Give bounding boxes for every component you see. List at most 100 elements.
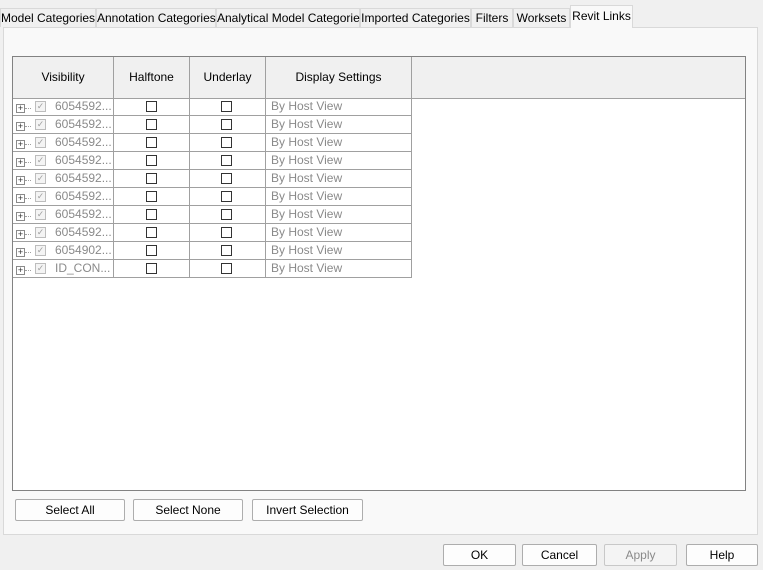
plus-box-icon[interactable]: + <box>16 158 25 167</box>
plus-box-icon[interactable]: + <box>16 140 25 149</box>
halftone-cell <box>114 152 190 170</box>
display-settings-cell[interactable]: By Host View <box>266 224 412 242</box>
help-button[interactable]: Help <box>686 544 758 566</box>
display-settings-cell[interactable]: By Host View <box>266 260 412 278</box>
table-row[interactable]: + ✓ 6054592... By Host View <box>13 206 412 224</box>
visibility-checkbox[interactable]: ✓ <box>35 191 46 202</box>
select-none-button[interactable]: Select None <box>133 499 243 521</box>
plus-box-icon[interactable]: + <box>16 104 25 113</box>
tab-annotation-categories[interactable]: Annotation Categories <box>96 8 216 27</box>
underlay-checkbox[interactable] <box>221 119 232 130</box>
tree-connector <box>25 162 31 163</box>
visibility-checkbox[interactable]: ✓ <box>35 155 46 166</box>
tab-imported-categories[interactable]: Imported Categories <box>360 8 471 27</box>
cancel-button[interactable]: Cancel <box>522 544 597 566</box>
halftone-checkbox[interactable] <box>146 263 157 274</box>
ok-button[interactable]: OK <box>443 544 516 566</box>
visibility-checkbox[interactable]: ✓ <box>35 137 46 148</box>
underlay-checkbox[interactable] <box>221 227 232 238</box>
display-settings-cell[interactable]: By Host View <box>266 98 412 116</box>
visibility-checkbox[interactable]: ✓ <box>35 119 46 130</box>
table-row[interactable]: + ✓ 6054592... By Host View <box>13 98 412 116</box>
halftone-cell <box>114 170 190 188</box>
plus-box-icon[interactable]: + <box>16 248 25 257</box>
visibility-checkbox[interactable]: ✓ <box>35 173 46 184</box>
column-header-halftone[interactable]: Halftone <box>114 57 190 98</box>
visibility-cell: + ✓ 6054592... <box>13 170 114 188</box>
plus-box-icon[interactable]: + <box>16 122 25 131</box>
halftone-checkbox[interactable] <box>146 227 157 238</box>
table-row[interactable]: + ✓ 6054592... By Host View <box>13 116 412 134</box>
tab-worksets[interactable]: Worksets <box>513 8 570 27</box>
display-settings-cell[interactable]: By Host View <box>266 206 412 224</box>
display-settings-cell[interactable]: By Host View <box>266 116 412 134</box>
display-settings-cell[interactable]: By Host View <box>266 152 412 170</box>
halftone-checkbox[interactable] <box>146 101 157 112</box>
display-settings-value: By Host View <box>271 207 343 221</box>
halftone-checkbox[interactable] <box>146 191 157 202</box>
visibility-cell: + ✓ 6054592... <box>13 116 114 134</box>
visibility-checkbox[interactable]: ✓ <box>35 263 46 274</box>
column-header-visibility[interactable]: Visibility <box>13 57 114 98</box>
table-row[interactable]: + ✓ 6054592... By Host View <box>13 134 412 152</box>
tree-connector <box>25 252 31 253</box>
display-settings-value: By Host View <box>271 261 343 275</box>
column-header-underlay[interactable]: Underlay <box>190 57 266 98</box>
plus-box-icon[interactable]: + <box>16 266 25 275</box>
halftone-cell <box>114 224 190 242</box>
underlay-checkbox[interactable] <box>221 101 232 112</box>
apply-button[interactable]: Apply <box>604 544 677 566</box>
table-row[interactable]: + ✓ ID_CON... By Host View <box>13 260 412 278</box>
visibility-checkbox[interactable]: ✓ <box>35 209 46 220</box>
tree-connector <box>25 108 31 109</box>
underlay-checkbox[interactable] <box>221 191 232 202</box>
underlay-cell <box>190 260 266 278</box>
underlay-checkbox[interactable] <box>221 263 232 274</box>
tab-model-categories[interactable]: Model Categories <box>0 8 96 27</box>
underlay-cell <box>190 242 266 260</box>
underlay-cell <box>190 98 266 116</box>
column-header-display-settings[interactable]: Display Settings <box>266 57 412 98</box>
plus-box-icon[interactable]: + <box>16 194 25 203</box>
table-row[interactable]: + ✓ 6054592... By Host View <box>13 188 412 206</box>
underlay-checkbox[interactable] <box>221 173 232 184</box>
revit-links-table: Visibility Halftone Underlay Display Set… <box>12 56 746 491</box>
halftone-checkbox[interactable] <box>146 119 157 130</box>
underlay-checkbox[interactable] <box>221 245 232 256</box>
display-settings-cell[interactable]: By Host View <box>266 170 412 188</box>
plus-box-icon[interactable]: + <box>16 176 25 185</box>
tree-connector <box>25 144 31 145</box>
tab-filters[interactable]: Filters <box>471 8 513 27</box>
plus-box-icon[interactable]: + <box>16 212 25 221</box>
display-settings-value: By Host View <box>271 99 343 113</box>
tab-analytical-model-categories[interactable]: Analytical Model Categories <box>216 8 366 27</box>
underlay-checkbox[interactable] <box>221 137 232 148</box>
halftone-checkbox[interactable] <box>146 245 157 256</box>
tab-revit-links[interactable]: Revit Links <box>570 5 633 28</box>
underlay-cell <box>190 224 266 242</box>
link-name: 6054592... <box>55 171 112 185</box>
underlay-cell <box>190 188 266 206</box>
select-all-button[interactable]: Select All <box>15 499 125 521</box>
underlay-checkbox[interactable] <box>221 209 232 220</box>
visibility-checkbox[interactable]: ✓ <box>35 101 46 112</box>
halftone-checkbox[interactable] <box>146 173 157 184</box>
display-settings-cell[interactable]: By Host View <box>266 134 412 152</box>
display-settings-cell[interactable]: By Host View <box>266 242 412 260</box>
visibility-checkbox[interactable]: ✓ <box>35 245 46 256</box>
invert-selection-button[interactable]: Invert Selection <box>252 499 363 521</box>
plus-box-icon[interactable]: + <box>16 230 25 239</box>
halftone-checkbox[interactable] <box>146 155 157 166</box>
table-row[interactable]: + ✓ 6054902... By Host View <box>13 242 412 260</box>
halftone-checkbox[interactable] <box>146 137 157 148</box>
table-row[interactable]: + ✓ 6054592... By Host View <box>13 224 412 242</box>
halftone-checkbox[interactable] <box>146 209 157 220</box>
visibility-cell: + ✓ 6054592... <box>13 134 114 152</box>
table-row[interactable]: + ✓ 6054592... By Host View <box>13 170 412 188</box>
visibility-cell: + ✓ 6054592... <box>13 224 114 242</box>
display-settings-cell[interactable]: By Host View <box>266 188 412 206</box>
visibility-checkbox[interactable]: ✓ <box>35 227 46 238</box>
table-row[interactable]: + ✓ 6054592... By Host View <box>13 152 412 170</box>
underlay-checkbox[interactable] <box>221 155 232 166</box>
visibility-cell: + ✓ 6054592... <box>13 206 114 224</box>
